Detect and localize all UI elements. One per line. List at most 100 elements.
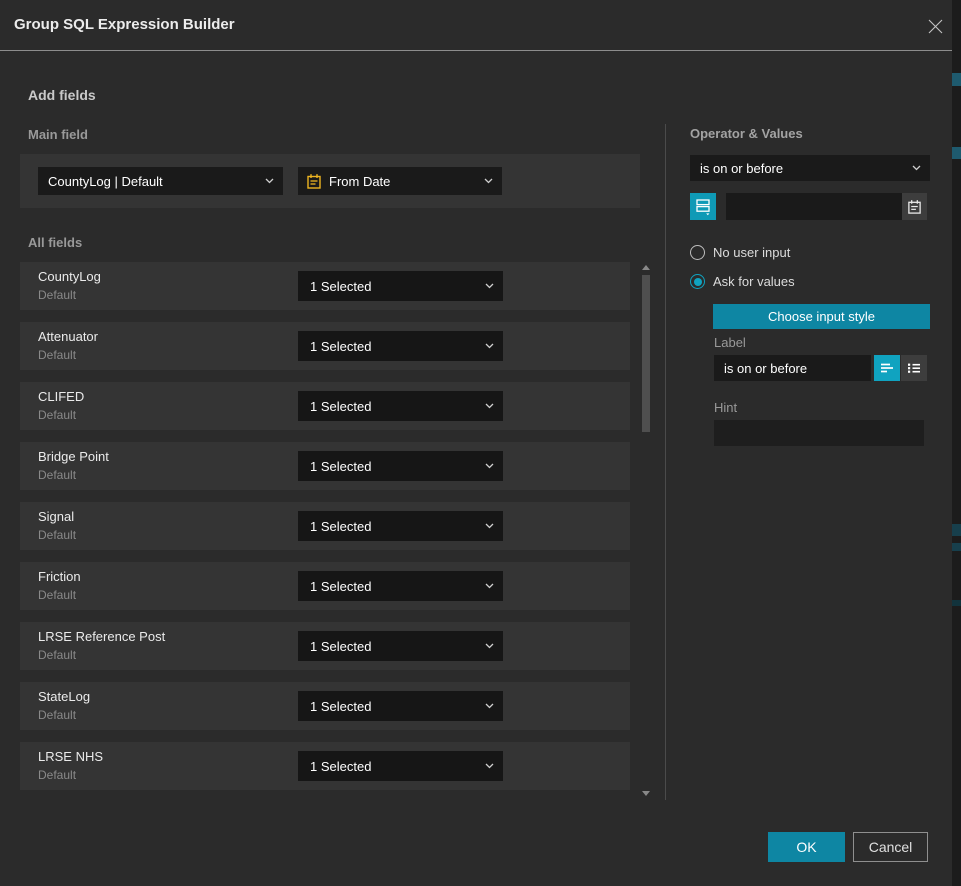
- chevron-down-icon: [265, 178, 274, 184]
- field-selection-dropdown[interactable]: 1 Selected: [298, 691, 503, 721]
- date-picker-button[interactable]: [902, 193, 927, 220]
- selection-value: 1 Selected: [310, 579, 371, 594]
- scrollbar-thumb[interactable]: [642, 275, 650, 432]
- field-row: LRSE Reference Post Default 1 Selected: [20, 622, 630, 670]
- selection-value: 1 Selected: [310, 279, 371, 294]
- value-input[interactable]: [726, 193, 902, 220]
- radio-no-user-input[interactable]: No user input: [690, 245, 790, 260]
- chevron-down-icon: [485, 403, 494, 409]
- label-style-list-button[interactable]: [901, 355, 927, 381]
- field-selection-dropdown[interactable]: 1 Selected: [298, 391, 503, 421]
- radio-icon: [690, 245, 705, 260]
- edge-fragment: [952, 543, 961, 551]
- field-row: StateLog Default 1 Selected: [20, 682, 630, 730]
- field-name: CLIFED: [38, 389, 84, 404]
- field-row: LRSE NHS Default 1 Selected: [20, 742, 630, 790]
- chevron-down-icon: [485, 523, 494, 529]
- radio-selected-icon: [690, 274, 705, 289]
- hint-input[interactable]: [714, 420, 924, 446]
- field-sublabel: Default: [38, 468, 76, 482]
- chevron-down-icon: [912, 165, 921, 171]
- chevron-down-icon: [485, 583, 494, 589]
- field-selection-dropdown[interactable]: 1 Selected: [298, 271, 503, 301]
- field-name: CountyLog: [38, 269, 101, 284]
- label-field-label: Label: [714, 335, 746, 350]
- field-sublabel: Default: [38, 528, 76, 542]
- main-layer-dropdown[interactable]: CountyLog | Default: [38, 167, 283, 195]
- hint-field-label: Hint: [714, 400, 737, 415]
- operator-dropdown[interactable]: is on or before: [690, 155, 930, 181]
- operator-values-heading: Operator & Values: [690, 126, 803, 141]
- selection-value: 1 Selected: [310, 399, 371, 414]
- field-row: Attenuator Default 1 Selected: [20, 322, 630, 370]
- stacked-list-icon: [694, 197, 712, 216]
- field-sublabel: Default: [38, 648, 76, 662]
- main-field-label: Main field: [28, 127, 88, 142]
- field-selection-dropdown[interactable]: 1 Selected: [298, 451, 503, 481]
- main-field-panel: CountyLog | Default From Date: [20, 154, 640, 208]
- chevron-down-icon: [485, 703, 494, 709]
- dialog-title: Group SQL Expression Builder: [14, 16, 235, 33]
- field-sublabel: Default: [38, 708, 76, 722]
- selection-value: 1 Selected: [310, 639, 371, 654]
- chevron-down-icon: [485, 643, 494, 649]
- choose-input-style-button[interactable]: Choose input style: [713, 304, 930, 329]
- radio-ask-for-values[interactable]: Ask for values: [690, 274, 795, 289]
- field-row: Bridge Point Default 1 Selected: [20, 442, 630, 490]
- field-sublabel: Default: [38, 288, 76, 302]
- field-selection-dropdown[interactable]: 1 Selected: [298, 751, 503, 781]
- operator-value: is on or before: [700, 161, 783, 176]
- all-fields-list: CountyLog Default 1 Selected Attenuator Defa…: [20, 262, 630, 802]
- main-field-value: From Date: [329, 174, 390, 189]
- add-fields-heading: Add fields: [28, 87, 96, 103]
- group-sql-expression-builder-dialog: Group SQL Expression Builder Add fields …: [0, 0, 961, 886]
- field-name: Friction: [38, 569, 81, 584]
- field-sublabel: Default: [38, 348, 76, 362]
- field-selection-dropdown[interactable]: 1 Selected: [298, 511, 503, 541]
- edge-fragment: [952, 524, 961, 536]
- field-name: StateLog: [38, 689, 90, 704]
- chevron-down-icon: [485, 763, 494, 769]
- selection-value: 1 Selected: [310, 759, 371, 774]
- unique-values-button[interactable]: [690, 193, 716, 220]
- scrollbar-up-arrow-icon[interactable]: [642, 265, 650, 270]
- field-row: CLIFED Default 1 Selected: [20, 382, 630, 430]
- selection-value: 1 Selected: [310, 459, 371, 474]
- field-selection-dropdown[interactable]: 1 Selected: [298, 331, 503, 361]
- label-style-text-button[interactable]: [874, 355, 900, 381]
- field-row: Friction Default 1 Selected: [20, 562, 630, 610]
- cancel-button[interactable]: Cancel: [853, 832, 928, 862]
- field-selection-dropdown[interactable]: 1 Selected: [298, 571, 503, 601]
- field-sublabel: Default: [38, 768, 76, 782]
- all-fields-label: All fields: [28, 235, 82, 250]
- field-sublabel: Default: [38, 588, 76, 602]
- field-name: Signal: [38, 509, 74, 524]
- background-app-edge: [952, 0, 961, 886]
- dialog-titlebar: Group SQL Expression Builder: [0, 0, 952, 51]
- field-name: Attenuator: [38, 329, 98, 344]
- selection-value: 1 Selected: [310, 339, 371, 354]
- calendar-icon: [306, 173, 322, 190]
- field-selection-dropdown[interactable]: 1 Selected: [298, 631, 503, 661]
- bulleted-list-icon: [906, 360, 922, 376]
- field-name: Bridge Point: [38, 449, 109, 464]
- field-name: LRSE NHS: [38, 749, 103, 764]
- selection-value: 1 Selected: [310, 699, 371, 714]
- main-field-dropdown[interactable]: From Date: [298, 167, 502, 195]
- chevron-down-icon: [485, 283, 494, 289]
- label-input[interactable]: [714, 355, 871, 381]
- selection-value: 1 Selected: [310, 519, 371, 534]
- radio-no-user-input-label: No user input: [713, 245, 790, 260]
- field-sublabel: Default: [38, 408, 76, 422]
- radio-ask-for-values-label: Ask for values: [713, 274, 795, 289]
- edge-fragment: [952, 73, 961, 86]
- close-icon[interactable]: [921, 12, 949, 40]
- chevron-down-icon: [485, 463, 494, 469]
- field-row: CountyLog Default 1 Selected: [20, 262, 630, 310]
- scrollbar-down-arrow-icon[interactable]: [642, 791, 650, 796]
- chevron-down-icon: [485, 343, 494, 349]
- align-left-icon: [879, 360, 895, 376]
- field-row: Signal Default 1 Selected: [20, 502, 630, 550]
- ok-button[interactable]: OK: [768, 832, 845, 862]
- field-name: LRSE Reference Post: [38, 629, 165, 644]
